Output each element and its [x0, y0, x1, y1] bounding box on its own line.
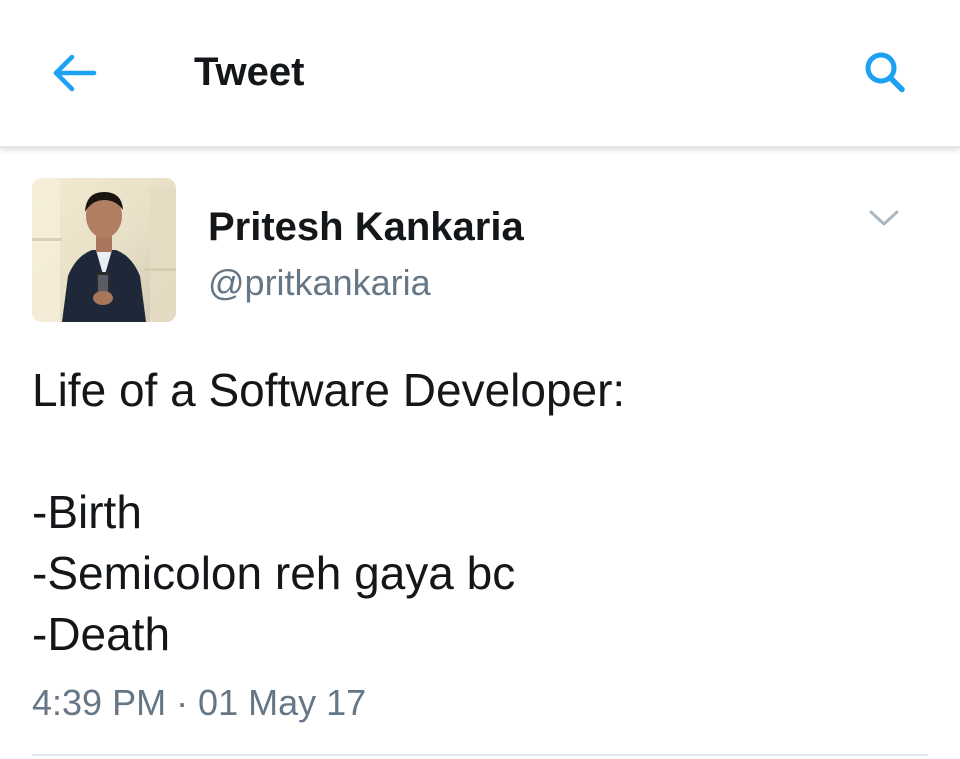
tweet-timestamp[interactable]: 4:39 PM · 01 May 17 — [32, 680, 366, 726]
tweet-text-line — [32, 421, 932, 482]
search-button[interactable] — [852, 42, 918, 104]
divider — [32, 754, 928, 756]
arrow-left-icon — [53, 54, 97, 92]
tweet-menu-button[interactable] — [856, 196, 912, 240]
tweet-text-line: Life of a Software Developer: — [32, 364, 626, 416]
chevron-down-icon — [869, 210, 899, 226]
author-handle[interactable]: @pritkankaria — [208, 260, 431, 306]
top-app-bar: Tweet — [0, 0, 960, 148]
tweet-text: Life of a Software Developer: -Birth -Se… — [32, 360, 932, 665]
search-icon — [865, 52, 905, 93]
tweet-text-line: -Death — [32, 608, 171, 660]
tweet-text-line: -Semicolon reh gaya bc — [32, 547, 516, 599]
page-title: Tweet — [194, 50, 305, 94]
avatar[interactable] — [32, 178, 176, 322]
back-button[interactable] — [40, 42, 110, 104]
tweet-text-line: -Birth — [32, 486, 142, 538]
profile-photo — [32, 178, 176, 322]
author-name[interactable]: Pritesh Kankaria — [208, 202, 524, 252]
